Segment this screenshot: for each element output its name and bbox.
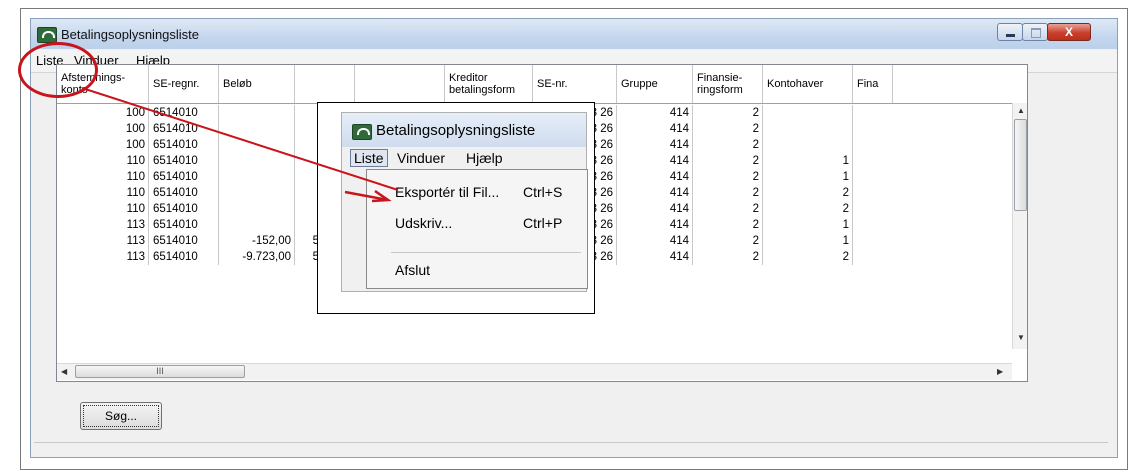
annotation-arrows bbox=[81, 87, 399, 203]
arrow-to-export bbox=[344, 189, 392, 203]
arrow-to-callout bbox=[81, 87, 399, 191]
